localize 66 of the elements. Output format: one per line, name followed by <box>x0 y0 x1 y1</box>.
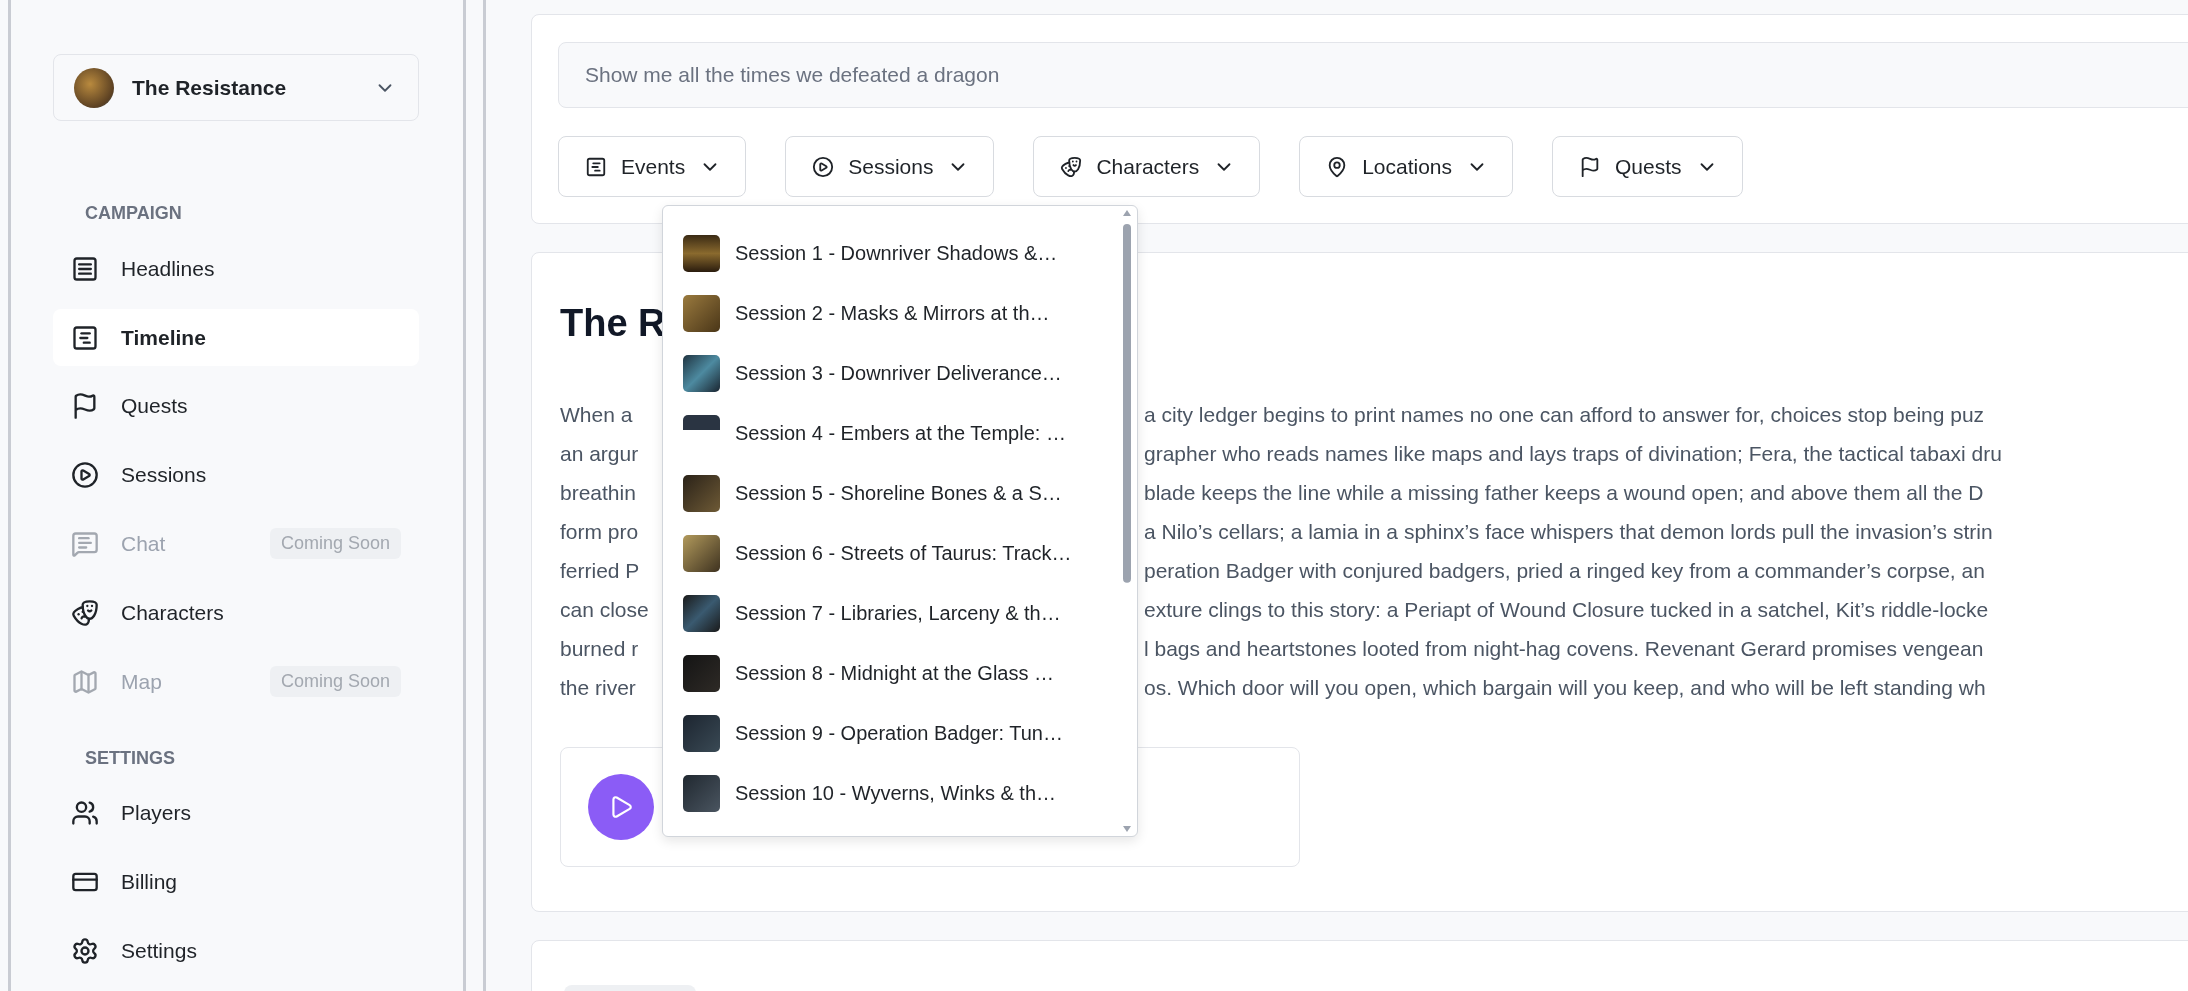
story-text: When a <box>560 402 633 426</box>
photo-placeholder <box>683 474 720 512</box>
filter-dropdown[interactable]: Quests <box>1552 136 1743 197</box>
story-text: an argur <box>560 441 639 465</box>
filter-dropdown[interactable]: Sessions <box>785 136 995 197</box>
session-option[interactable]: Session 6 - Streets of Taurus: Track… <box>683 523 1120 583</box>
filter-dropdown[interactable]: Characters <box>1033 136 1261 197</box>
sidebar-item[interactable]: Quests <box>53 377 419 436</box>
filter-dropdown[interactable]: Locations <box>1299 136 1514 197</box>
avatar-photo-placeholder <box>74 67 114 108</box>
story-text: os. Which door will you open, which bargain will you keep, and who will be left standing wh <box>1144 675 1986 700</box>
photo-placeholder <box>683 234 720 272</box>
story-text: ferried P <box>560 558 640 582</box>
session-option[interactable]: Session 5 - Shoreline Bones & a S… <box>683 463 1120 523</box>
menu-item-icon <box>71 598 99 627</box>
menu-item-icon <box>71 323 99 352</box>
sidebar-item[interactable]: Billing <box>53 853 419 911</box>
session-option[interactable]: Session 8 - Midnight at the Glass … <box>683 643 1120 703</box>
story-text: blade keeps the line while a missing father keeps a wound open; and above them all the D <box>1144 480 1984 505</box>
sidebar-item[interactable]: Timeline <box>53 308 419 367</box>
menu-item-icon <box>71 254 99 283</box>
sidebar-item[interactable]: Settings <box>53 922 419 980</box>
story-text: exture clings to this story: a Periapt of Wound Closure tucked in a satchel, Kit’s riddle-locke <box>1144 597 1989 622</box>
session-option[interactable]: Session 10 - Wyverns, Winks & th… <box>683 763 1120 823</box>
filter-dropdown[interactable]: Events <box>558 136 747 197</box>
menu-item-icon <box>71 529 99 558</box>
photo-placeholder <box>683 534 720 572</box>
story-text: form pro <box>560 519 639 543</box>
story-text: burned r <box>560 636 639 660</box>
session-option[interactable]: Session 1 - Downriver Shadows &… <box>683 223 1120 283</box>
story-text: peration Badger with conjured badgers, pried a ringed key from a commander’s corpse, an <box>1144 558 1985 583</box>
sidebar-item[interactable]: Sessions <box>53 446 419 504</box>
menu-item-icon <box>71 936 99 965</box>
session-option[interactable]: Session 4 - Embers at the Temple: … <box>683 403 1120 463</box>
photo-placeholder <box>683 594 720 632</box>
sidebar-item[interactable]: Headlines <box>53 240 419 298</box>
story-title: The R <box>560 302 666 345</box>
menu-item-icon <box>71 799 99 828</box>
story-text: breathin <box>560 480 636 504</box>
sidebar-item[interactable]: Players <box>53 784 419 842</box>
session-option[interactable]: Session 2 - Masks & Mirrors at th… <box>683 283 1120 343</box>
campaign-selector[interactable]: The Resistance <box>53 54 419 122</box>
photo-placeholder <box>683 714 720 752</box>
search-field[interactable]: Show me all the times we defeated a dragon <box>558 42 2188 108</box>
story-text: can close <box>560 597 649 621</box>
photo-placeholder <box>683 354 720 392</box>
photo-placeholder <box>683 294 720 332</box>
session-option[interactable]: Session 9 - Operation Badger: Tun… <box>683 703 1120 763</box>
story-text: a Nilo’s cellars; a lamia in a sphinx’s face whispers that demon lords pull the invasion’s strin <box>1144 519 1993 544</box>
session-option[interactable]: Session 3 - Downriver Deliverance… <box>683 343 1120 403</box>
story-text: grapher who reads names like maps and lays traps of divination; Fera, the tactical tabaxi dru <box>1144 441 2002 466</box>
photo-placeholder <box>683 654 720 692</box>
section-heading: SETTINGS <box>84 747 176 769</box>
menu-item-icon <box>71 461 99 490</box>
coming-soon-badge: Coming Soon <box>269 528 401 560</box>
filter-icon <box>585 155 607 178</box>
session-option[interactable]: Session 7 - Libraries, Larceny & th… <box>683 583 1120 643</box>
sidebar-item[interactable]: Characters <box>53 584 419 642</box>
story-text: the river <box>560 675 636 699</box>
filter-icon <box>812 155 835 178</box>
photo-placeholder <box>683 774 720 812</box>
section-heading: CAMPAIGN <box>84 203 183 225</box>
filter-icon <box>1060 155 1083 178</box>
story-text: a city ledger begins to print names no one can afford to answer for, choices stop being puz <box>1144 402 1985 427</box>
story-text: l bags and heartstones looted from night-hag covens. Revenant Gerard promises vengean <box>1144 636 1984 661</box>
coming-soon-badge: Coming Soon <box>269 666 401 697</box>
